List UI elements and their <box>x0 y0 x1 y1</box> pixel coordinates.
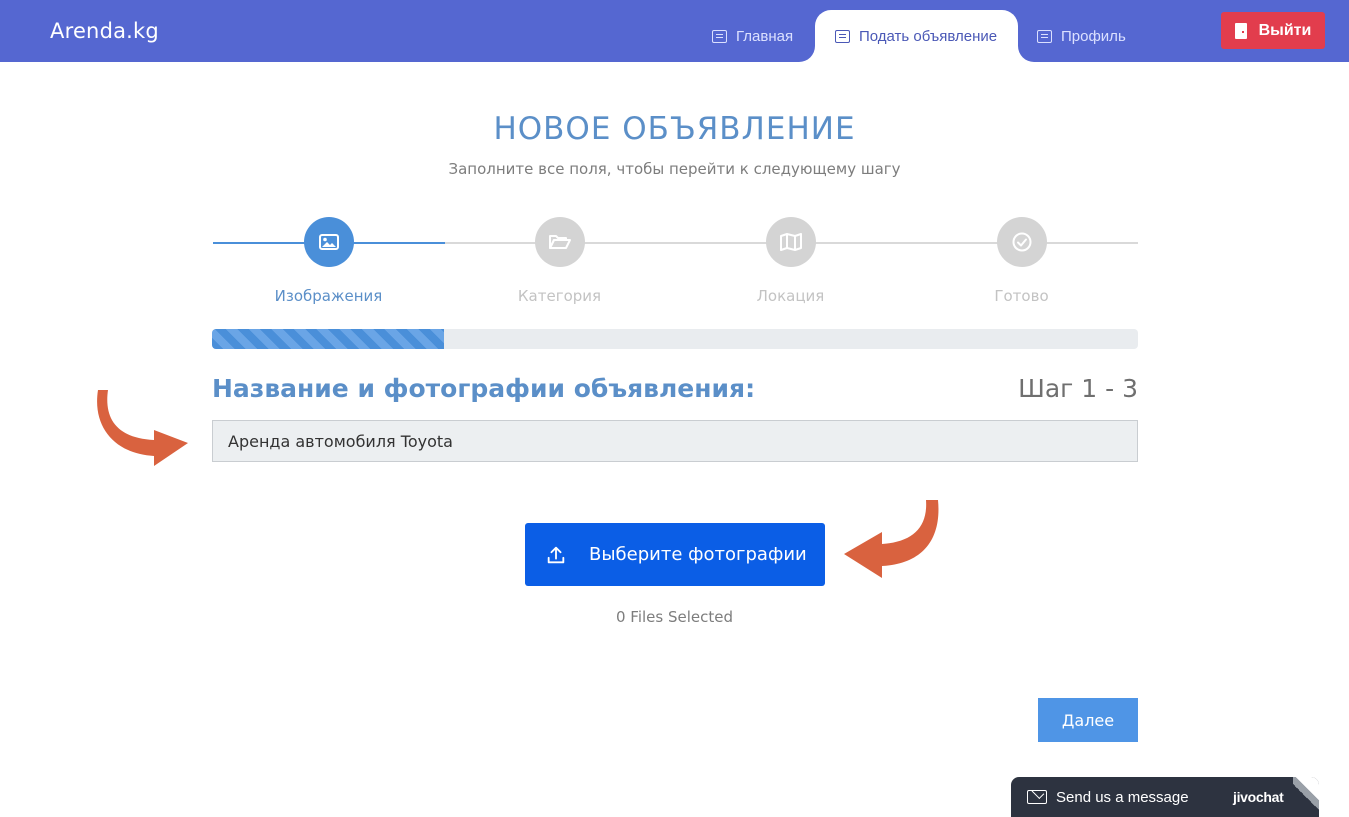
nav-profile[interactable]: Профиль <box>1017 10 1146 62</box>
top-navbar: Arenda.kg Главная Подать объявление Проф… <box>0 0 1349 62</box>
curved-arrow-right-icon <box>97 390 188 466</box>
step-location-label: Локация <box>756 287 825 305</box>
step-category-label: Категория <box>517 287 602 305</box>
curved-arrow-left-icon <box>844 500 939 578</box>
step-wizard: Изображения Категория Локация Готово <box>213 217 1138 307</box>
door-icon <box>1234 22 1247 39</box>
step-images[interactable]: Изображения <box>213 217 444 305</box>
chat-widget[interactable]: Send us a message jivochat <box>1011 777 1319 817</box>
nav-profile-label: Профиль <box>1061 27 1126 45</box>
progress-bar <box>212 329 1138 349</box>
nav-post-ad-label: Подать объявление <box>859 27 998 45</box>
check-circle-icon <box>996 217 1047 267</box>
newspaper-icon <box>712 29 727 43</box>
step-category[interactable]: Категория <box>444 217 675 305</box>
newspaper-icon <box>835 29 850 43</box>
folder-open-icon <box>534 217 585 267</box>
logout-button[interactable]: Выйти <box>1221 12 1325 49</box>
nav-home-label: Главная <box>736 27 794 45</box>
upload-icon <box>547 546 565 563</box>
id-card-icon <box>1037 29 1052 43</box>
files-selected-text: 0 Files Selected <box>615 608 734 626</box>
section-title: Название и фотографии объявления: <box>212 374 756 403</box>
envelope-icon <box>1027 790 1047 804</box>
next-button[interactable]: Далее <box>1038 698 1138 742</box>
step-location[interactable]: Локация <box>675 217 906 305</box>
listing-title-input[interactable]: Аренда автомобиля Toyota <box>212 420 1138 462</box>
brand-logo[interactable]: Arenda.kg <box>50 19 159 43</box>
page-subtitle: Заполните все поля, чтобы перейти к след… <box>448 160 901 178</box>
page-curl-decoration <box>1293 777 1319 817</box>
chat-brand: jivochat <box>1233 789 1284 805</box>
step-counter: Шаг 1 - 3 <box>1018 374 1138 403</box>
logout-label: Выйти <box>1258 21 1312 39</box>
map-icon <box>765 217 816 267</box>
nav-post-ad[interactable]: Подать объявление <box>815 10 1018 62</box>
step-images-label: Изображения <box>274 287 383 305</box>
progress-bar-fill <box>212 329 444 349</box>
upload-photos-button[interactable]: Выберите фотографии <box>525 523 825 586</box>
step-done-label: Готово <box>994 287 1049 305</box>
step-done[interactable]: Готово <box>906 217 1137 305</box>
chat-message-label: Send us a message <box>1056 788 1189 806</box>
upload-photos-label: Выберите фотографии <box>589 544 807 565</box>
image-icon <box>303 217 354 267</box>
page-title: НОВОЕ ОБЪЯВЛЕНИЕ <box>493 111 856 147</box>
